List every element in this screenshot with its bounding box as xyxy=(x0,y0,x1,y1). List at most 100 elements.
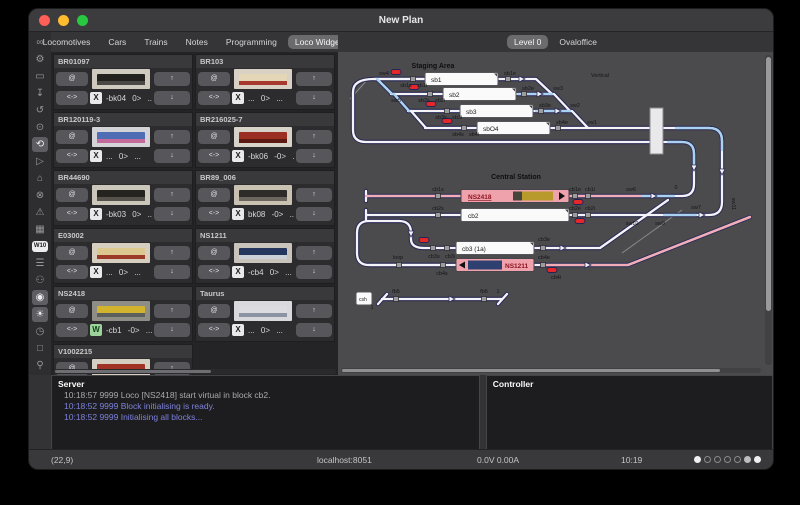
loco-function-button[interactable]: @ xyxy=(198,130,230,144)
speed-down-button[interactable]: ↓ xyxy=(296,265,332,279)
block-csh[interactable]: csh xyxy=(356,292,372,305)
feedback-sensor[interactable] xyxy=(462,126,467,131)
speed-up-button[interactable]: ↑ xyxy=(296,246,332,260)
feedback-sensor[interactable] xyxy=(397,263,402,268)
save-import-icon[interactable]: ↧ xyxy=(32,86,48,101)
auto-mode-loop-icon[interactable]: ⟲ xyxy=(32,137,48,152)
speed-up-button[interactable]: ↑ xyxy=(154,304,190,318)
direction-toggle-button[interactable]: <-> xyxy=(56,207,88,221)
loco-function-button[interactable]: @ xyxy=(198,246,230,260)
monitor-icon[interactable]: □ xyxy=(32,341,48,356)
feedback-sensor[interactable] xyxy=(573,213,578,218)
loco-function-button[interactable]: @ xyxy=(198,72,230,86)
throttle-mode-badge[interactable]: X xyxy=(232,150,244,162)
block-sbO4[interactable]: sbO4 xyxy=(477,122,550,135)
speed-down-button[interactable]: ↓ xyxy=(296,207,332,221)
tab-notes[interactable]: Notes xyxy=(179,35,215,49)
speed-up-button[interactable]: ↑ xyxy=(296,130,332,144)
feedback-sensor[interactable] xyxy=(445,246,450,251)
throttle-mode-badge[interactable]: X xyxy=(90,266,102,278)
speed-up-button[interactable]: ↑ xyxy=(154,72,190,86)
find-user-icon[interactable]: ⚇ xyxy=(32,273,48,288)
tab-cars[interactable]: Cars xyxy=(101,35,133,49)
speed-up-button[interactable]: ↑ xyxy=(296,188,332,202)
signal-red[interactable] xyxy=(391,70,401,75)
feedback-sensor[interactable] xyxy=(436,213,441,218)
feedback-sensor[interactable] xyxy=(556,126,561,131)
block-cb3[interactable]: cb3 (1a) xyxy=(456,242,534,255)
direction-toggle-button[interactable]: <-> xyxy=(56,149,88,163)
speed-down-button[interactable]: ↓ xyxy=(154,323,190,337)
signal-red[interactable] xyxy=(547,268,557,273)
speed-down-button[interactable]: ↓ xyxy=(296,323,332,337)
direction-toggle-button[interactable]: <-> xyxy=(198,265,230,279)
speed-up-button[interactable]: ↑ xyxy=(154,246,190,260)
direction-toggle-button[interactable]: <-> xyxy=(198,91,230,105)
feedback-sensor[interactable] xyxy=(394,297,399,302)
plan-horizontal-scrollbar[interactable] xyxy=(341,368,761,373)
block-cb4-ns1211[interactable]: NS1211 xyxy=(456,259,534,272)
eye-icon[interactable]: ◉ xyxy=(32,290,48,305)
feedback-sensor[interactable] xyxy=(436,194,441,199)
block-sb1[interactable]: sb1 xyxy=(425,73,498,86)
signal-red[interactable] xyxy=(573,200,583,205)
feedback-sensor[interactable] xyxy=(411,77,416,82)
throttle-mode-badge[interactable]: X xyxy=(90,150,102,162)
speed-up-button[interactable]: ↑ xyxy=(154,188,190,202)
direction-toggle-button[interactable]: <-> xyxy=(56,91,88,105)
vertical-lift-element[interactable] xyxy=(650,108,663,154)
feedback-sensor[interactable] xyxy=(586,194,591,199)
brightness-icon[interactable]: ☀ xyxy=(32,307,48,322)
direction-toggle-button[interactable]: <-> xyxy=(56,323,88,337)
speed-down-button[interactable]: ↓ xyxy=(296,91,332,105)
plan-vertical-scrollbar[interactable] xyxy=(765,55,772,365)
tab-programming[interactable]: Programming xyxy=(219,35,284,49)
settings-gear-icon[interactable]: ⚙ xyxy=(32,52,48,67)
feedback-sensor[interactable] xyxy=(431,246,436,251)
throttle-mode-badge[interactable]: X xyxy=(232,208,244,220)
undo-rotate-icon[interactable]: ↺ xyxy=(32,103,48,118)
loco-function-button[interactable]: @ xyxy=(56,72,88,86)
feedback-sensor[interactable] xyxy=(482,297,487,302)
throttle-mode-badge[interactable]: W xyxy=(90,324,102,336)
speed-down-button[interactable]: ↓ xyxy=(154,265,190,279)
speed-down-button[interactable]: ↓ xyxy=(296,149,332,163)
loco-function-button[interactable]: @ xyxy=(56,246,88,260)
plan-tab-level-0[interactable]: Level 0 xyxy=(507,35,548,49)
track-plan-svg[interactable]: sb1 sb2 sb3 sbO4 xyxy=(338,52,762,358)
throttle-mode-badge[interactable]: X xyxy=(90,208,102,220)
track-plan-canvas[interactable]: sb1 sb2 sb3 sbO4 xyxy=(338,52,773,375)
direction-toggle-button[interactable]: <-> xyxy=(198,149,230,163)
loco-function-button[interactable]: @ xyxy=(56,188,88,202)
stop-all-icon[interactable]: ⊗ xyxy=(32,188,48,203)
folder-open-icon[interactable]: ▭ xyxy=(32,69,48,84)
direction-toggle-button[interactable]: <-> xyxy=(198,207,230,221)
feedback-sensor[interactable] xyxy=(522,92,527,97)
feedback-sensor[interactable] xyxy=(445,109,450,114)
search-icon[interactable]: ⚲ xyxy=(32,358,48,373)
alert-icon[interactable]: ⚠ xyxy=(32,205,48,220)
signal-red[interactable] xyxy=(419,238,429,243)
loco-function-button[interactable]: @ xyxy=(198,304,230,318)
loco-function-button[interactable]: @ xyxy=(56,304,88,318)
speed-down-button[interactable]: ↓ xyxy=(154,91,190,105)
home-icon[interactable]: ⌂ xyxy=(32,171,48,186)
feedback-sensor[interactable] xyxy=(541,263,546,268)
power-icon[interactable]: ⊙ xyxy=(32,120,48,135)
speed-down-button[interactable]: ↓ xyxy=(154,207,190,221)
throttle-mode-badge[interactable]: X xyxy=(232,266,244,278)
loco-function-button[interactable]: @ xyxy=(56,130,88,144)
feedback-sensor[interactable] xyxy=(573,194,578,199)
feedback-sensor[interactable] xyxy=(541,246,546,251)
wifi-throttle-badge[interactable]: W10 xyxy=(32,241,48,252)
plan-tab-ovaloffice[interactable]: Ovaloffice xyxy=(552,35,604,49)
block-cb2[interactable]: cb2 xyxy=(461,209,569,222)
throttle-mode-badge[interactable]: X xyxy=(232,92,244,104)
speed-up-button[interactable]: ↑ xyxy=(296,304,332,318)
speed-up-button[interactable]: ↑ xyxy=(154,130,190,144)
widget-list-scrollbar[interactable] xyxy=(53,369,336,374)
feedback-sensor[interactable] xyxy=(441,263,446,268)
speed-down-button[interactable]: ↓ xyxy=(154,149,190,163)
block-sb2[interactable]: sb2 xyxy=(443,88,516,101)
start-all-icon[interactable]: ▷ xyxy=(32,154,48,169)
